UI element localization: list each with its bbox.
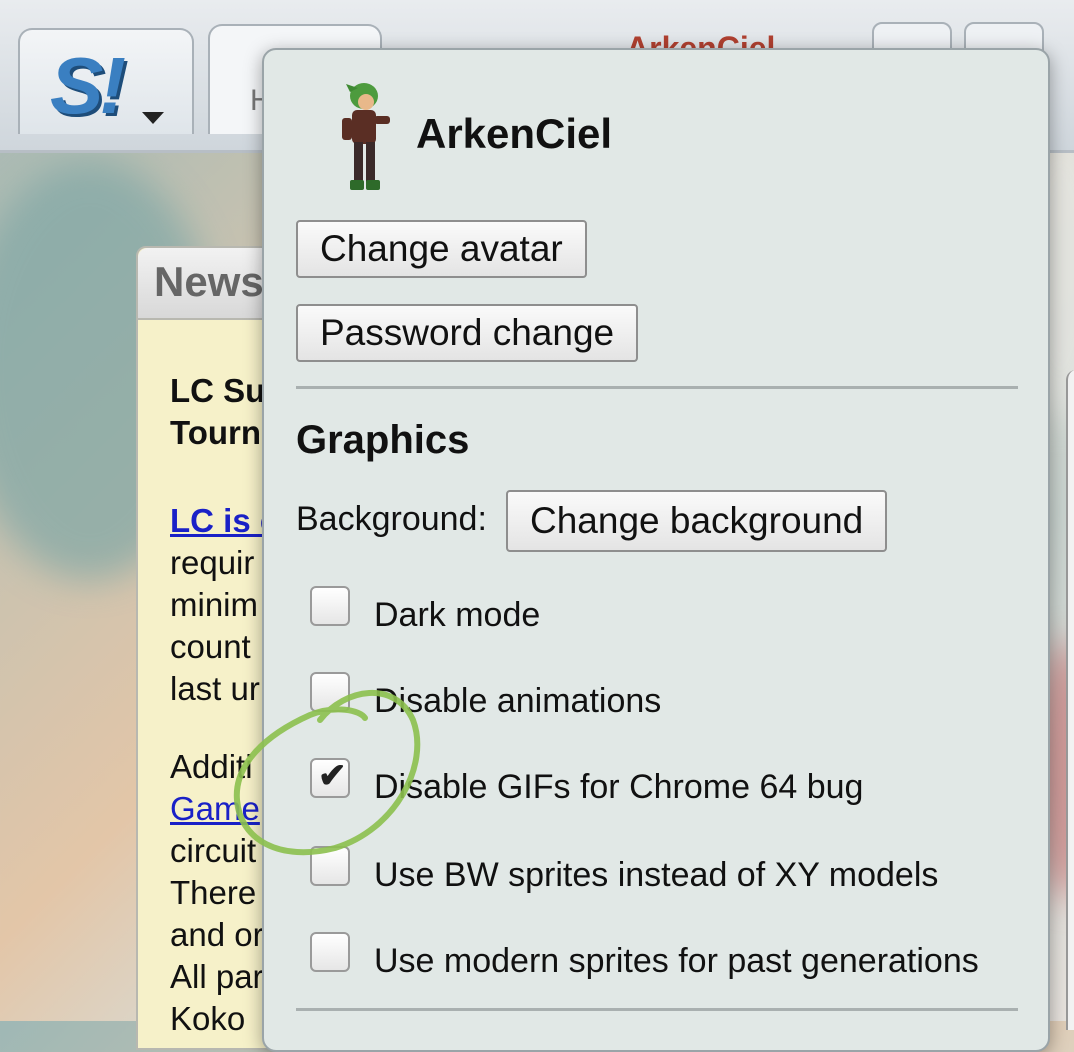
user-options-popup: ArkenCiel Change avatar Password change …	[262, 48, 1050, 1052]
right-panel-edge	[1066, 370, 1074, 1030]
logo-menu-button[interactable]: S!	[18, 28, 194, 134]
checkmark-icon: ✔	[318, 757, 347, 795]
news-text-line: count	[170, 628, 251, 665]
news-text-line: circuit	[170, 832, 257, 869]
section-divider	[296, 1008, 1018, 1011]
news-text-line: All par	[170, 958, 264, 995]
option-label: Use BW sprites instead of XY models	[374, 856, 939, 894]
disable-animations-checkbox[interactable]	[310, 672, 350, 712]
trainer-avatar-icon	[342, 83, 390, 190]
news-text-line: Tourn	[170, 414, 262, 451]
caret-down-icon	[142, 112, 164, 124]
background-label: Background:	[296, 500, 487, 538]
news-text-line: last ur	[170, 670, 260, 707]
dark-mode-checkbox[interactable]	[310, 586, 350, 626]
news-text-line: and or	[170, 916, 264, 953]
graphics-heading: Graphics	[296, 418, 470, 462]
news-title: News	[154, 258, 264, 305]
bw-sprites-checkbox[interactable]	[310, 846, 350, 886]
news-text-line: There	[170, 874, 257, 911]
news-panel: News LC Su Tourn LC is c requir minim count la…	[136, 246, 280, 1050]
option-label: Disable animations	[374, 682, 662, 720]
disable-gifs-checkbox[interactable]: ✔	[310, 757, 350, 798]
showdown-logo: S!	[50, 41, 126, 130]
news-link[interactable]: Game	[170, 788, 260, 830]
modern-sprites-checkbox[interactable]	[310, 932, 350, 972]
section-divider	[296, 386, 1018, 389]
news-text-line: Additi	[170, 748, 253, 785]
news-text-line: Koko	[170, 1000, 246, 1037]
news-text-line: requir	[170, 544, 255, 581]
option-label: Dark mode	[374, 596, 541, 634]
change-avatar-button[interactable]: Change avatar	[296, 220, 587, 278]
option-label: Use modern sprites for past generations	[374, 942, 979, 980]
news-text-line: minim	[170, 586, 258, 623]
change-background-button[interactable]: Change background	[506, 490, 888, 552]
news-header: News	[138, 248, 278, 320]
news-text-line: LC Su	[170, 372, 266, 409]
password-change-button[interactable]: Password change	[296, 304, 639, 362]
popup-username: ArkenCiel	[416, 110, 613, 157]
option-label: Disable GIFs for Chrome 64 bug	[374, 768, 864, 806]
